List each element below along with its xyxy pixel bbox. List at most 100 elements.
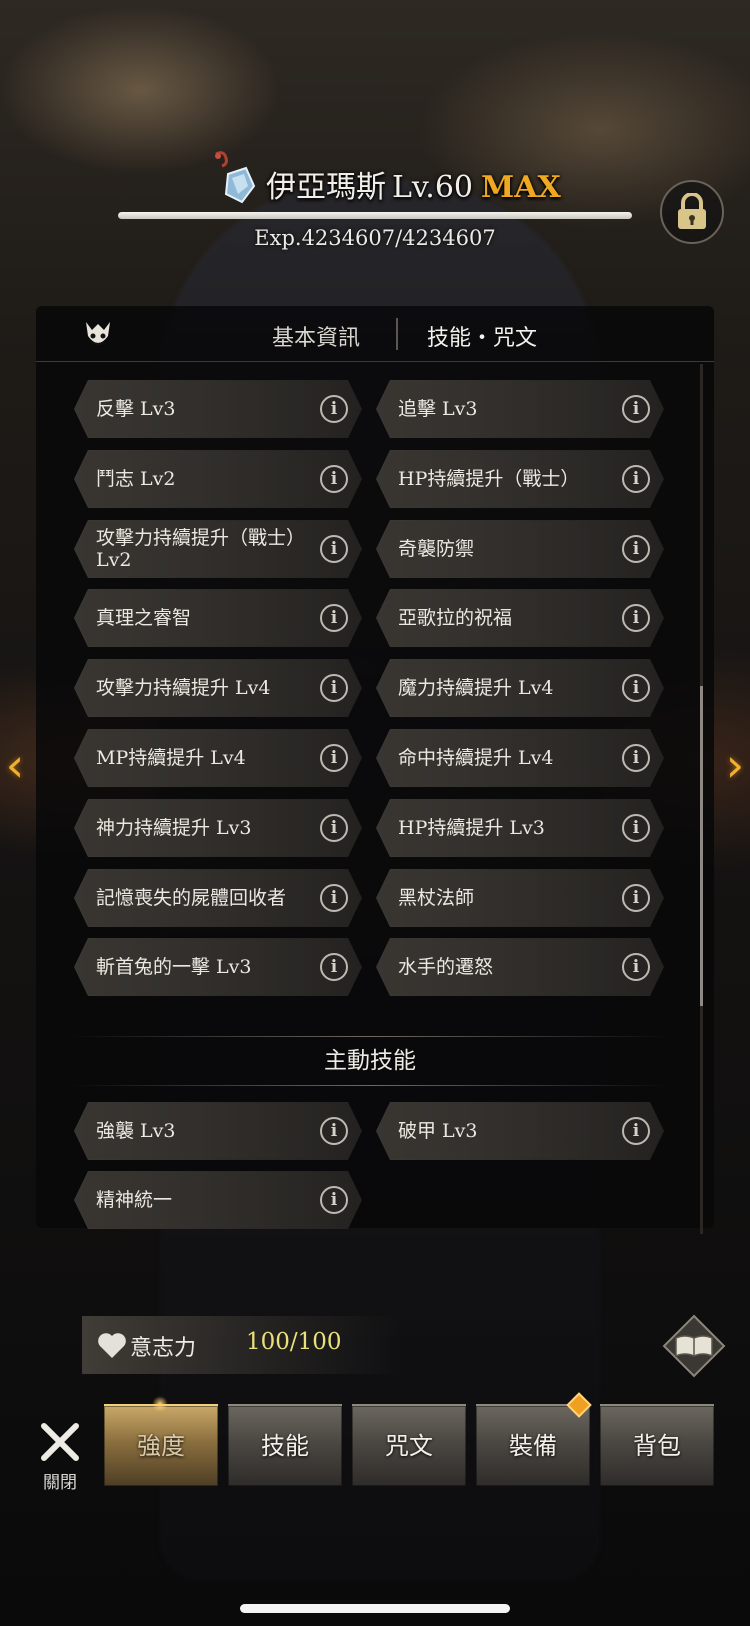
passive-skill-item[interactable]: 斬首兔的一擊 Lv3 i xyxy=(74,938,362,996)
info-icon[interactable]: i xyxy=(622,814,650,842)
lock-button[interactable] xyxy=(660,180,724,244)
active-tab-glow xyxy=(152,1396,168,1412)
active-skill-item[interactable]: 強襲 Lv3 i xyxy=(74,1102,362,1160)
character-level: Lv.60 xyxy=(392,170,474,205)
active-skills-section-title: 主動技能 xyxy=(70,1036,670,1086)
info-icon[interactable]: i xyxy=(320,953,348,981)
skill-label: 奇襲防禦 xyxy=(398,538,475,560)
tab-skills-spells[interactable]: 技能・咒文 xyxy=(402,320,562,352)
passive-skill-item[interactable]: 反擊 Lv3 i xyxy=(74,380,362,438)
skill-label: 真理之睿智 xyxy=(96,607,192,629)
info-icon[interactable]: i xyxy=(320,465,348,493)
skill-label: 斬首兔的一擊 Lv3 xyxy=(96,956,252,978)
bottom-tab[interactable]: 咒文 xyxy=(352,1404,466,1486)
chevron-left-icon[interactable]: ‹ xyxy=(2,740,28,790)
close-icon xyxy=(41,1423,79,1461)
skill-label: 黑杖法師 xyxy=(398,887,475,909)
passive-skill-item[interactable]: 魔力持續提升 Lv4 i xyxy=(376,659,664,717)
exp-text: Exp.4234607/4234607 xyxy=(254,226,496,250)
info-icon[interactable]: i xyxy=(622,535,650,563)
active-skill-item[interactable]: 精神統一 i xyxy=(74,1171,362,1229)
skill-label: 精神統一 xyxy=(96,1189,173,1211)
passive-skill-item[interactable]: 攻擊力持續提升 Lv4 i xyxy=(74,659,362,717)
skill-label: 魔力持續提升 Lv4 xyxy=(398,677,554,699)
active-skill-item[interactable]: 破甲 Lv3 i xyxy=(376,1102,664,1160)
passive-skill-item[interactable]: 攻擊力持續提升（戰士）Lv2 i xyxy=(74,520,362,578)
skill-label: HP持續提升（戰士） xyxy=(398,468,580,490)
info-icon[interactable]: i xyxy=(320,395,348,423)
skill-label: 強襲 Lv3 xyxy=(96,1120,176,1142)
info-icon[interactable]: i xyxy=(320,604,348,632)
passive-skill-item[interactable]: 亞歌拉的祝福 i xyxy=(376,589,664,647)
passive-skill-item[interactable]: 追擊 Lv3 i xyxy=(376,380,664,438)
skill-label: 反擊 Lv3 xyxy=(96,398,176,420)
crystal-charm-icon xyxy=(215,151,256,204)
bottom-tab[interactable]: 裝備 xyxy=(476,1404,590,1486)
skill-label: 攻擊力持續提升 Lv4 xyxy=(96,677,271,699)
info-icon[interactable]: i xyxy=(320,674,348,702)
demon-emblem-icon[interactable] xyxy=(80,316,116,352)
passive-skill-item[interactable]: 水手的遷怒 i xyxy=(376,938,664,996)
skill-label: HP持續提升 Lv3 xyxy=(398,817,545,839)
bottom-tab-label: 裝備 xyxy=(509,1432,557,1460)
home-indicator[interactable] xyxy=(240,1604,510,1613)
bottom-tab[interactable]: 強度 xyxy=(104,1404,218,1486)
skill-label: 鬥志 Lv2 xyxy=(96,468,176,490)
skill-label: 水手的遷怒 xyxy=(398,956,494,978)
chevron-right-icon[interactable]: › xyxy=(722,740,748,790)
info-icon[interactable]: i xyxy=(320,1117,348,1145)
passive-skill-item[interactable]: 真理之睿智 i xyxy=(74,589,362,647)
passive-skill-item[interactable]: 黑杖法師 i xyxy=(376,869,664,927)
bottom-tab[interactable]: 技能 xyxy=(228,1404,342,1486)
info-icon[interactable]: i xyxy=(622,953,650,981)
skill-label: 命中持續提升 Lv4 xyxy=(398,747,554,769)
character-name-text: 伊亞瑪斯 xyxy=(266,170,386,205)
tab-divider xyxy=(396,318,398,350)
skill-label: MP持續提升 Lv4 xyxy=(96,747,246,769)
passive-skill-item[interactable]: MP持續提升 Lv4 i xyxy=(74,729,362,787)
skill-label: 記憶喪失的屍體回收者 xyxy=(96,887,287,909)
passive-skill-item[interactable]: 奇襲防禦 i xyxy=(376,520,664,578)
willpower-bar: 意志力 100/100 xyxy=(82,1316,402,1374)
character-name: 伊亞瑪斯 Lv.60 MAX xyxy=(266,162,561,206)
close-button[interactable]: 關閉 xyxy=(34,1420,86,1493)
bottom-tab-label: 技能 xyxy=(261,1432,309,1460)
exp-bar xyxy=(118,212,632,219)
book-button[interactable] xyxy=(662,1314,726,1378)
skill-label: 神力持續提升 Lv3 xyxy=(96,817,252,839)
panel-tab-bar: 基本資訊 技能・咒文 xyxy=(36,306,714,362)
passive-skill-item[interactable]: HP持續提升 Lv3 i xyxy=(376,799,664,857)
close-label: 關閉 xyxy=(43,1473,77,1493)
willpower-value: 100/100 xyxy=(246,1329,342,1355)
bottom-tab[interactable]: 背包 xyxy=(600,1404,714,1486)
passive-skill-item[interactable]: 鬥志 Lv2 i xyxy=(74,450,362,508)
max-level-tag: MAX xyxy=(481,170,561,205)
bottom-tab-label: 咒文 xyxy=(385,1432,433,1460)
info-icon[interactable]: i xyxy=(622,395,650,423)
info-icon[interactable]: i xyxy=(622,604,650,632)
passive-skill-item[interactable]: 命中持續提升 Lv4 i xyxy=(376,729,664,787)
info-icon[interactable]: i xyxy=(320,884,348,912)
info-icon[interactable]: i xyxy=(320,1186,348,1214)
bottom-tab-label: 強度 xyxy=(137,1432,185,1460)
tab-basic-info[interactable]: 基本資訊 xyxy=(236,320,396,352)
willpower-label: 意志力 xyxy=(130,1336,197,1361)
info-icon[interactable]: i xyxy=(320,814,348,842)
book-icon xyxy=(662,1314,726,1378)
lock-icon xyxy=(678,193,706,229)
info-icon[interactable]: i xyxy=(622,1117,650,1145)
passive-skill-item[interactable]: HP持續提升（戰士） i xyxy=(376,450,664,508)
info-icon[interactable]: i xyxy=(622,465,650,493)
info-icon[interactable]: i xyxy=(320,744,348,772)
bottom-tab-label: 背包 xyxy=(633,1432,681,1460)
skill-label: 破甲 Lv3 xyxy=(398,1120,478,1142)
heart-icon xyxy=(98,1333,126,1358)
scrollbar-thumb[interactable] xyxy=(700,686,703,1006)
info-icon[interactable]: i xyxy=(622,674,650,702)
passive-skill-item[interactable]: 記憶喪失的屍體回收者 i xyxy=(74,869,362,927)
info-icon[interactable]: i xyxy=(320,535,348,563)
info-icon[interactable]: i xyxy=(622,884,650,912)
character-header: 伊亞瑪斯 Lv.60 MAX Exp.4234607/4234607 xyxy=(0,150,750,260)
passive-skill-item[interactable]: 神力持續提升 Lv3 i xyxy=(74,799,362,857)
info-icon[interactable]: i xyxy=(622,744,650,772)
